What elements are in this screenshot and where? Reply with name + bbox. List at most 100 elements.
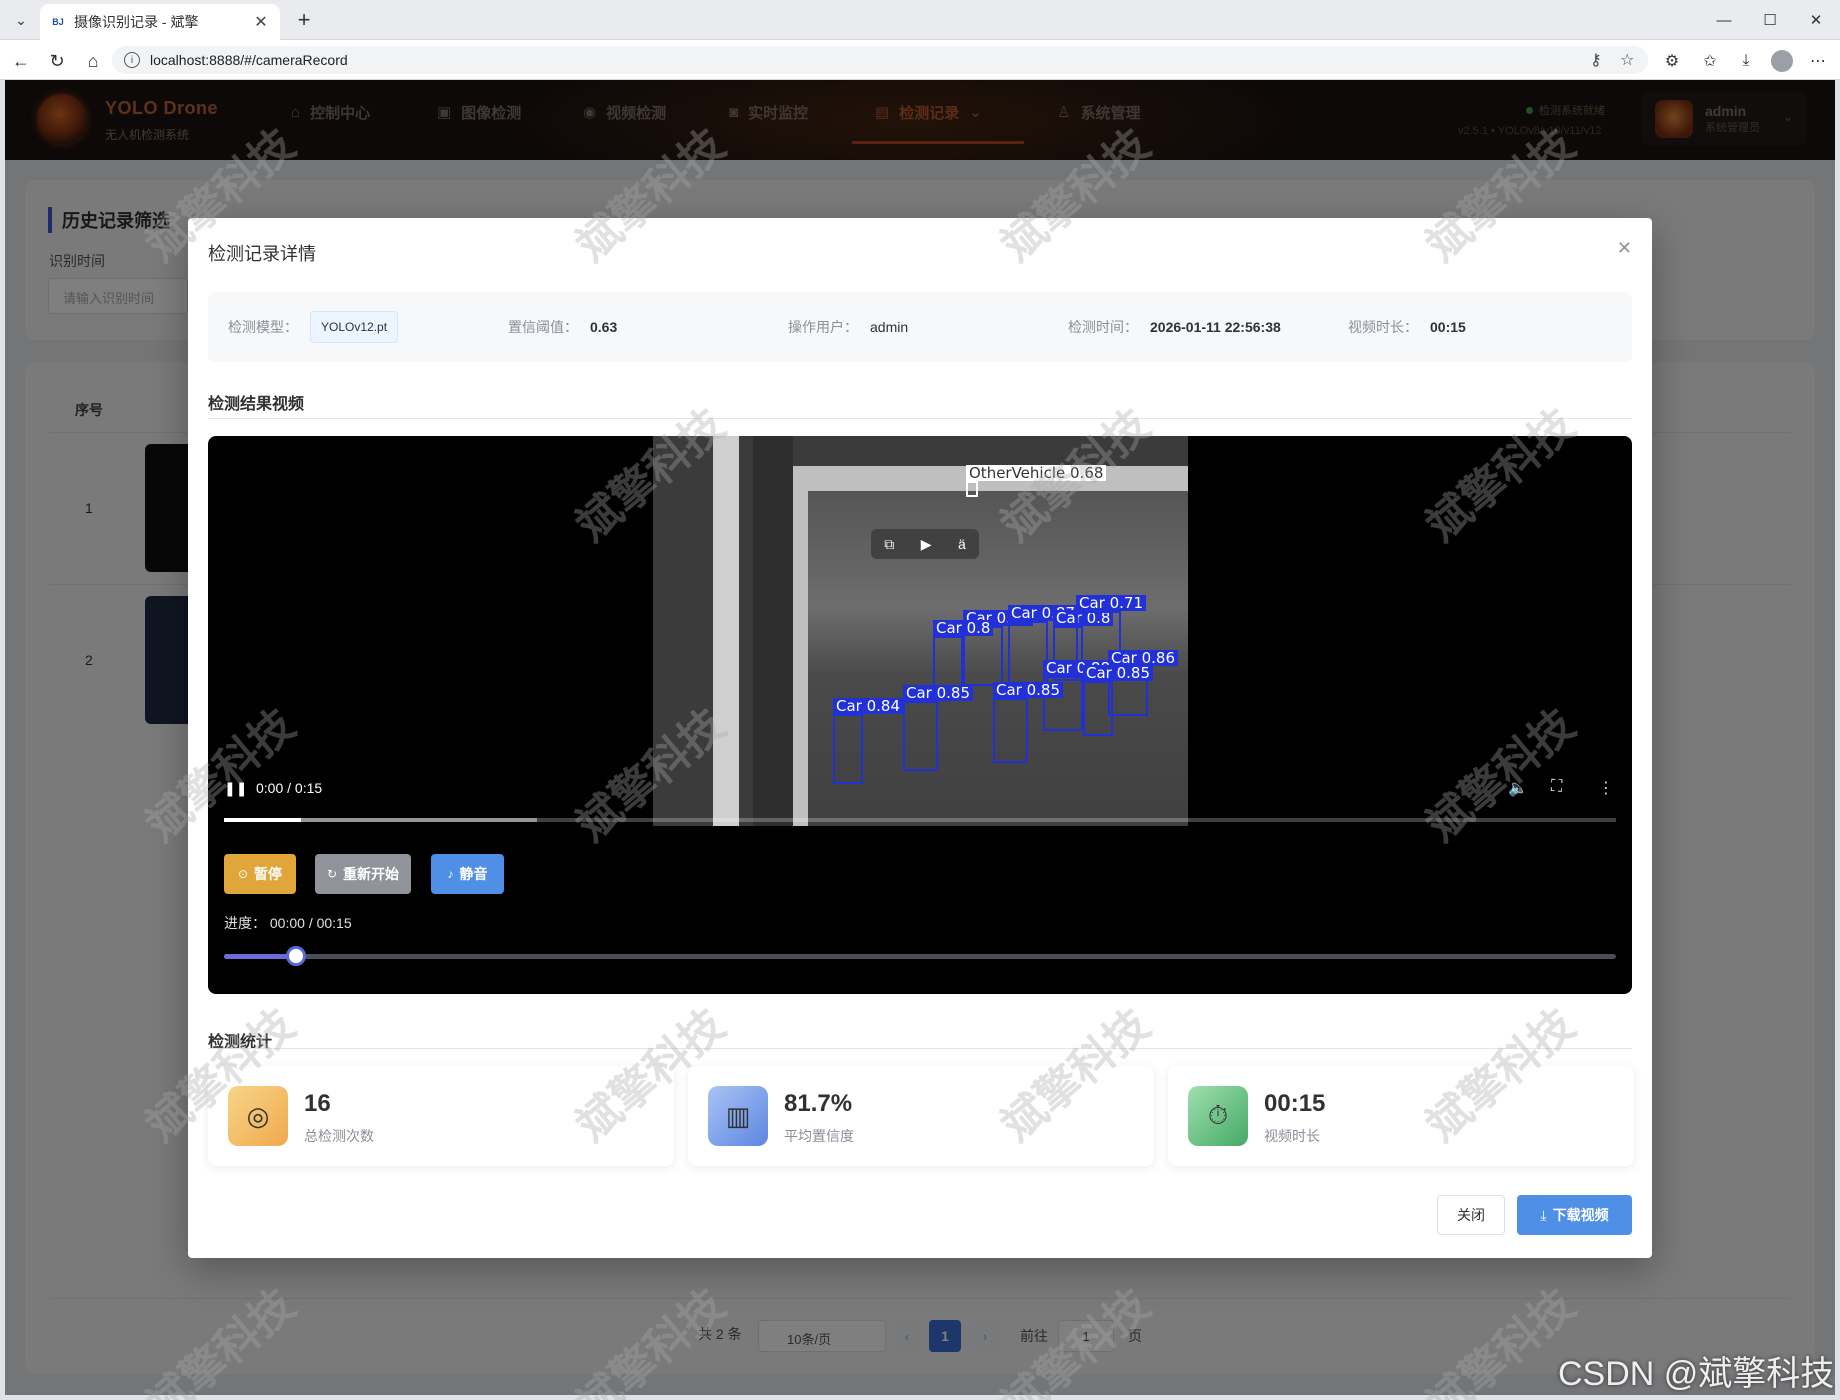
volume-icon[interactable]: 🔈 <box>1508 778 1528 798</box>
frame-pillar <box>753 436 793 826</box>
stat-card-duration: ⏱ 00:15 视频时长 <box>1168 1066 1634 1166</box>
detection-label: Car 0.8 <box>933 620 994 636</box>
model-tag: YOLOv12.pt <box>310 311 399 343</box>
record-info-bar: 检测模型： YOLOv12.pt 置信阈值： 0.63 操作用户： admin … <box>208 292 1632 362</box>
close-button[interactable]: 关闭 <box>1437 1195 1505 1235</box>
tab-list-chevron-icon[interactable]: ⌄ <box>8 8 34 32</box>
minimize-icon[interactable]: — <box>1704 6 1744 34</box>
window-close-icon[interactable]: ✕ <box>1796 6 1836 34</box>
overlay-toolbar: ⧉ ▶ ä <box>871 529 979 559</box>
pause-circle-icon: ⊙ <box>237 867 249 881</box>
section-divider <box>208 418 1632 419</box>
detection-label: Car 0.85 <box>903 685 973 701</box>
info-key: 操作用户： <box>788 319 858 335</box>
download-icon: ⤓ <box>1540 1206 1547 1223</box>
stat-card-avg-confidence: ▥ 81.7% 平均置信度 <box>688 1066 1154 1166</box>
info-time: 检测时间： 2026-01-11 22:56:38 <box>1068 292 1281 362</box>
translate-icon[interactable]: ä <box>958 536 966 552</box>
detection-box: Car 0.84 <box>833 698 903 784</box>
detection-label: Car 0.85 <box>1083 665 1153 681</box>
button-label: 重新开始 <box>343 866 400 882</box>
stat-label: 视频时长 <box>1264 1128 1320 1144</box>
browser-tab-bar: ⌄ BJ 摄像识别记录 - 斌擎 ✕ + — ☐ ✕ <box>0 0 1840 40</box>
video-section-title: 检测结果视频 <box>208 396 305 413</box>
csdn-watermark: CSDN @斌擎科技 <box>1558 1355 1835 1393</box>
key-icon[interactable]: ⚷ <box>1590 50 1602 70</box>
dialog-close-icon[interactable]: ✕ <box>1617 238 1632 259</box>
profile-avatar-icon[interactable] <box>1770 49 1794 73</box>
stat-value: 16 <box>304 1090 331 1117</box>
refresh-icon: ↻ <box>326 867 338 881</box>
info-model: 检测模型： YOLOv12.pt <box>228 292 399 362</box>
url-text: localhost:8888/#/cameraRecord <box>150 52 348 68</box>
pause-icon[interactable]: ❚❚ <box>224 780 247 796</box>
record-detail-dialog: 检测记录详情 ✕ 检测模型： YOLOv12.pt 置信阈值： 0.63 操作用… <box>188 218 1652 1258</box>
stat-card-total-detections: ◎ 16 总检测次数 <box>208 1066 674 1166</box>
home-icon[interactable]: ⌂ <box>80 48 106 74</box>
target-icon: ◎ <box>228 1086 288 1146</box>
detection-box: Car 0.85 <box>1083 665 1153 736</box>
video-time: 0:00 / 0:15 <box>256 780 323 796</box>
mute-button[interactable]: ♪ 静音 <box>431 854 504 894</box>
detection-box: Car 0.85 <box>993 682 1063 763</box>
picture-in-picture-icon[interactable]: ▶ <box>921 536 932 553</box>
extensions-puzzle-icon[interactable]: ⚙ <box>1660 49 1684 73</box>
info-confidence: 置信阈值： 0.63 <box>508 292 617 362</box>
favicon-icon: BJ <box>52 17 64 27</box>
slider-thumb[interactable] <box>286 946 307 966</box>
info-user: 操作用户： admin <box>788 292 908 362</box>
bar-chart-icon: ▥ <box>708 1086 768 1146</box>
info-key: 检测时间： <box>1068 319 1138 335</box>
info-value: 2026-01-11 22:56:38 <box>1150 319 1281 335</box>
stopwatch-icon: ⏱ <box>1188 1086 1248 1146</box>
tab-title: 摄像识别记录 - 斌擎 <box>74 14 199 30</box>
reload-icon[interactable]: ↻ <box>44 48 70 74</box>
detection-box: Car 0.87 <box>1008 605 1078 686</box>
played-bar <box>224 818 301 822</box>
progress-slider[interactable] <box>224 946 1616 966</box>
screenshot-icon[interactable]: ⧉ <box>884 536 894 553</box>
info-value: admin <box>870 319 909 335</box>
info-value: 00:15 <box>1430 319 1466 335</box>
video-frame: OtherVehicle 0.68 Car 0.85 Car 0.87 Car … <box>653 436 1188 826</box>
microphone-icon: ♪ <box>447 867 454 881</box>
info-key: 视频时长： <box>1348 319 1418 335</box>
info-key: 检测模型： <box>228 319 298 335</box>
maximize-icon[interactable]: ☐ <box>1750 6 1790 34</box>
browser-address-bar: ← ↻ ⌂ i localhost:8888/#/cameraRecord ⚷ … <box>0 40 1840 80</box>
tab-close-icon[interactable]: ✕ <box>252 12 270 32</box>
browser-tab[interactable]: BJ 摄像识别记录 - 斌擎 ✕ <box>40 4 280 40</box>
detection-label: Car 0.71 <box>1076 595 1146 611</box>
site-info-icon[interactable]: i <box>124 52 140 68</box>
more-menu-icon[interactable]: ⋯ <box>1806 49 1830 73</box>
stat-label: 总检测次数 <box>304 1128 374 1144</box>
url-field[interactable]: i localhost:8888/#/cameraRecord ⚷ ☆ <box>112 46 1648 74</box>
video-player[interactable]: OtherVehicle 0.68 Car 0.85 Car 0.87 Car … <box>208 436 1632 994</box>
detection-label: Car 0.85 <box>993 682 1063 698</box>
more-vertical-icon[interactable]: ⋮ <box>1598 778 1614 798</box>
info-duration: 视频时长： 00:15 <box>1348 292 1466 362</box>
stat-value: 81.7% <box>784 1090 853 1117</box>
restart-button[interactable]: ↻ 重新开始 <box>315 854 411 894</box>
detection-box: OtherVehicle 0.68 <box>966 465 1107 497</box>
pause-button[interactable]: ⊙ 暂停 <box>224 854 296 894</box>
favorites-icon[interactable]: ✩ <box>1698 49 1722 73</box>
download-icon[interactable]: ⤓ <box>1734 49 1758 73</box>
dialog-title: 检测记录详情 <box>208 244 316 264</box>
stat-label: 平均置信度 <box>784 1128 854 1144</box>
video-progress-bar[interactable] <box>224 818 1616 822</box>
detection-label: Car 0.84 <box>833 698 903 714</box>
detection-box: Car 0.85 <box>903 685 973 771</box>
progress-text: 进度： 00:00 / 00:15 <box>224 915 352 931</box>
back-arrow-icon[interactable]: ← <box>8 48 34 74</box>
button-label: 下载视频 <box>1552 1207 1609 1223</box>
button-label: 暂停 <box>254 866 283 882</box>
star-bookmark-icon[interactable]: ☆ <box>1620 50 1634 70</box>
section-divider <box>208 1048 1632 1049</box>
info-value: 0.63 <box>590 319 618 335</box>
new-tab-plus-icon[interactable]: + <box>290 6 318 34</box>
fullscreen-icon[interactable]: ⛶ <box>1551 778 1562 796</box>
download-video-button[interactable]: ⤓ 下载视频 <box>1517 1195 1632 1235</box>
detection-label: OtherVehicle 0.68 <box>966 465 1107 481</box>
button-label: 静音 <box>459 866 488 882</box>
